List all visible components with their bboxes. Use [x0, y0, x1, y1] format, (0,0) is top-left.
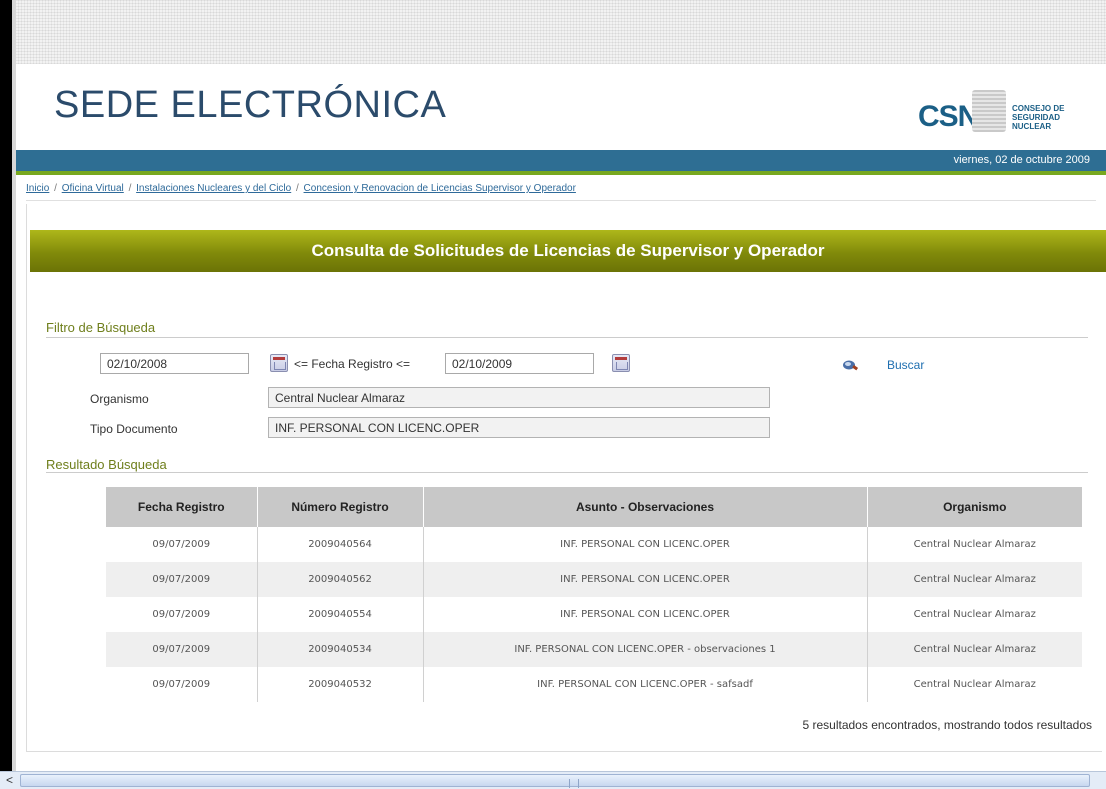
- table-header-row: Fecha Registro Número Registro Asunto - …: [106, 487, 1082, 527]
- table-row[interactable]: 09/07/2009 2009040562 INF. PERSONAL CON …: [106, 562, 1082, 597]
- breadcrumb-divider: [26, 200, 1096, 201]
- csn-logo-line2: SEGURIDAD NUCLEAR: [1012, 113, 1061, 131]
- breadcrumb-oficina-virtual[interactable]: Oficina Virtual: [62, 183, 124, 194]
- site-title: SEDE ELECTRÓNICA: [54, 84, 447, 126]
- csn-logo-text: CONSEJO DE SEGURIDAD NUCLEAR: [1012, 104, 1098, 131]
- cell-fecha: 09/07/2009: [106, 667, 258, 702]
- column-header-fecha[interactable]: Fecha Registro: [106, 487, 258, 527]
- cell-organismo: Central Nuclear Almaraz: [913, 679, 1036, 690]
- results-section-rule: [46, 472, 1088, 473]
- tipo-documento-field[interactable]: [268, 417, 770, 438]
- column-header-organismo[interactable]: Organismo: [867, 487, 1082, 527]
- breadcrumb-instalaciones[interactable]: Instalaciones Nucleares y del Ciclo: [136, 183, 291, 194]
- cell-numero: 2009040564: [257, 527, 424, 562]
- organismo-field[interactable]: [268, 387, 770, 408]
- calendar-from-icon[interactable]: [270, 354, 288, 372]
- cell-asunto: INF. PERSONAL CON LICENC.OPER - safsadf: [423, 667, 868, 702]
- breadcrumb-inicio[interactable]: Inicio: [26, 183, 49, 194]
- cell-asunto: INF. PERSONAL CON LICENC.OPER: [423, 562, 868, 597]
- cell-organismo: Central Nuclear Almaraz: [867, 562, 1082, 597]
- cell-numero: 2009040532: [257, 667, 424, 702]
- panel-title: Consulta de Solicitudes de Licencias de …: [311, 241, 825, 260]
- results-table: Fecha Registro Número Registro Asunto - …: [106, 487, 1082, 702]
- table-row[interactable]: 09/07/2009 2009040554 INF. PERSONAL CON …: [106, 597, 1082, 632]
- scrollbar-grip-icon: [569, 779, 579, 788]
- header-bar: viernes, 02 de octubre 2009: [16, 150, 1106, 171]
- window-left-edge: [0, 0, 12, 771]
- date-to-field[interactable]: [445, 353, 594, 374]
- organismo-label: Organismo: [90, 392, 149, 406]
- calendar-to-icon[interactable]: [612, 354, 630, 372]
- horizontal-scrollbar[interactable]: <: [0, 771, 1106, 789]
- breadcrumb-separator: /: [128, 183, 132, 194]
- cell-organismo: Central Nuclear Almaraz: [913, 539, 1036, 550]
- cell-numero: 2009040562: [257, 562, 424, 597]
- results-summary: 5 resultados encontrados, mostrando todo…: [802, 718, 1092, 732]
- filter-section-rule: [46, 337, 1088, 338]
- page-content: SEDE ELECTRÓNICA CSN CONSEJO DE SEGURIDA…: [16, 64, 1106, 771]
- search-icon[interactable]: [842, 357, 858, 373]
- cell-organismo: Central Nuclear Almaraz: [867, 632, 1082, 667]
- fecha-registro-label: <= Fecha Registro <=: [294, 357, 411, 371]
- tipo-documento-label: Tipo Documento: [90, 422, 178, 436]
- header-accent-line: [16, 171, 1106, 175]
- cell-asunto: INF. PERSONAL CON LICENC.OPER: [423, 597, 868, 632]
- cell-asunto: INF. PERSONAL CON LICENC.OPER: [423, 527, 868, 562]
- scrollbar-thumb[interactable]: [20, 774, 1090, 788]
- cell-fecha: 09/07/2009: [106, 597, 258, 632]
- breadcrumb-separator: /: [295, 183, 299, 194]
- column-header-asunto[interactable]: Asunto - Observaciones: [423, 487, 868, 527]
- cell-numero: 2009040534: [257, 632, 424, 667]
- table-row[interactable]: 09/07/2009 2009040532 INF. PERSONAL CON …: [106, 667, 1082, 702]
- csn-logo[interactable]: CSN CONSEJO DE SEGURIDAD NUCLEAR: [918, 86, 1098, 140]
- column-header-numero[interactable]: Número Registro: [257, 487, 424, 527]
- current-date: viernes, 02 de octubre 2009: [953, 154, 1090, 166]
- breadcrumb-concesion[interactable]: Concesion y Renovacion de Licencias Supe…: [304, 183, 576, 194]
- search-button[interactable]: Buscar: [887, 358, 924, 372]
- table-row[interactable]: 09/07/2009 2009040564 INF. PERSONAL CON …: [106, 527, 1082, 562]
- table-row[interactable]: 09/07/2009 2009040534 INF. PERSONAL CON …: [106, 632, 1082, 667]
- csn-logo-abbr: CSN: [918, 100, 979, 133]
- csn-logo-line1: CONSEJO DE: [1012, 104, 1065, 113]
- date-from-field[interactable]: [100, 353, 249, 374]
- breadcrumb-separator: /: [54, 183, 57, 194]
- scroll-left-arrow-icon[interactable]: <: [6, 773, 13, 787]
- breadcrumb: Inicio / Oficina Virtual / Instalaciones…: [26, 183, 576, 194]
- cell-fecha: 09/07/2009: [106, 562, 258, 597]
- cell-asunto: INF. PERSONAL CON LICENC.OPER - observac…: [423, 632, 868, 667]
- coat-of-arms-icon: [972, 90, 1006, 132]
- browser-top-strip: [0, 0, 1106, 64]
- filter-section-label: Filtro de Búsqueda: [46, 320, 156, 335]
- cell-fecha: 09/07/2009: [106, 527, 258, 562]
- cell-numero: 2009040554: [257, 597, 424, 632]
- panel-title-bar: Consulta de Solicitudes de Licencias de …: [30, 230, 1106, 272]
- cell-fecha: 09/07/2009: [106, 632, 258, 667]
- results-section-label: Resultado Búsqueda: [46, 457, 167, 472]
- cell-organismo: Central Nuclear Almaraz: [913, 609, 1036, 620]
